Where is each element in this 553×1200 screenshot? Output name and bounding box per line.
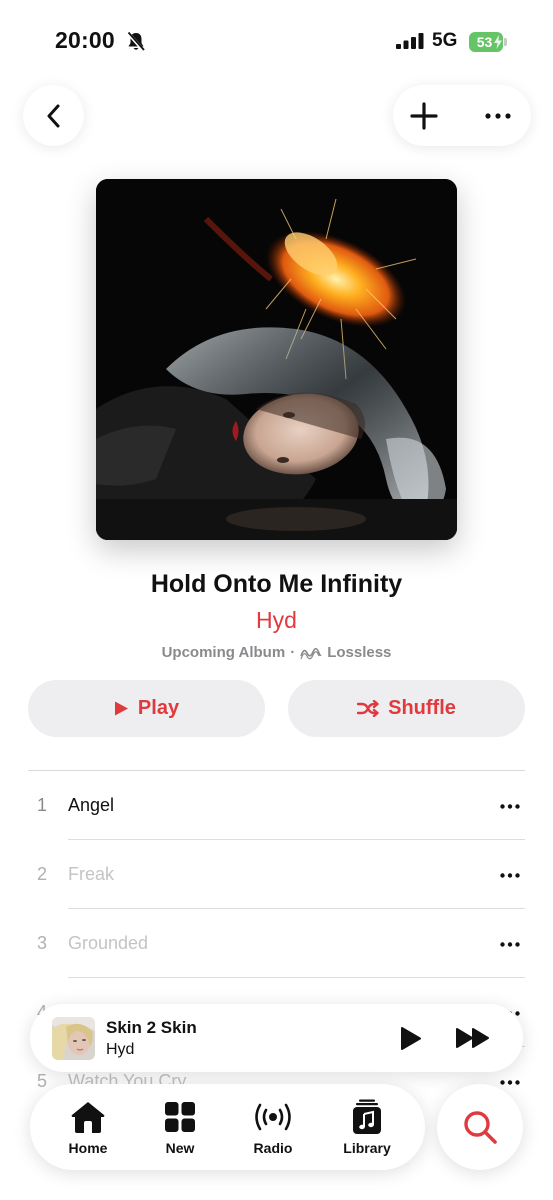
ellipsis-icon	[485, 113, 511, 119]
album-quality: Lossless	[327, 644, 392, 661]
meta-separator: ·	[290, 644, 296, 661]
tab-label: Library	[343, 1140, 391, 1156]
track-number: 1	[36, 795, 47, 815]
search-icon	[464, 1111, 497, 1144]
tab-radio[interactable]: Radio	[233, 1084, 313, 1170]
grid-icon	[164, 1099, 196, 1135]
album-status: Upcoming Album	[161, 644, 286, 661]
track-number: 2	[36, 864, 47, 884]
tab-label: Home	[68, 1140, 108, 1156]
track-title: Angel	[68, 795, 115, 815]
mini-player[interactable]: Skin 2 Skin Hyd	[30, 1004, 523, 1072]
search-button[interactable]	[437, 1084, 523, 1170]
skip-forward-button[interactable]	[452, 1023, 494, 1053]
battery-indicator: 53	[469, 32, 507, 52]
now-playing-artwork	[52, 1017, 95, 1060]
add-to-library-button[interactable]	[403, 95, 445, 137]
play-button[interactable]: Play	[28, 680, 265, 737]
back-button[interactable]	[23, 85, 84, 146]
network-label: 5G	[432, 30, 458, 51]
album-title: Hold Onto Me Infinity	[150, 570, 403, 598]
tab-new[interactable]: New	[140, 1084, 220, 1170]
shuffle-icon	[357, 700, 379, 717]
tab-bar: Home New Radio Library	[30, 1084, 425, 1170]
track-more-button[interactable]	[495, 860, 525, 890]
ellipsis-icon	[500, 941, 520, 947]
tab-label: New	[165, 1140, 195, 1156]
track-number: 3	[36, 933, 47, 953]
tab-library[interactable]: Library	[327, 1084, 407, 1170]
battery-charging-icon	[494, 35, 502, 49]
home-icon	[70, 1099, 106, 1135]
tab-home[interactable]: Home	[48, 1084, 128, 1170]
ellipsis-icon	[500, 1079, 520, 1085]
status-bar: 20:00 5G 53	[0, 0, 553, 80]
tab-label: Radio	[253, 1140, 293, 1156]
play-label: Play	[137, 697, 180, 719]
mini-play-button[interactable]	[396, 1023, 426, 1053]
ellipsis-icon	[500, 803, 520, 809]
track-title: Freak	[68, 864, 115, 884]
album-artwork	[96, 179, 457, 540]
now-playing-title: Skin 2 Skin	[106, 1018, 197, 1037]
play-icon	[401, 1026, 421, 1050]
track-more-button[interactable]	[495, 791, 525, 821]
music-library-icon	[352, 1099, 382, 1135]
lossless-waveform-icon	[300, 647, 322, 659]
ellipsis-icon	[500, 872, 520, 878]
status-time: 20:00	[55, 27, 115, 53]
plus-icon	[410, 102, 438, 130]
shuffle-button[interactable]: Shuffle	[288, 680, 525, 737]
track-more-button[interactable]	[495, 929, 525, 959]
more-options-button[interactable]	[477, 95, 519, 137]
shuffle-label: Shuffle	[388, 697, 456, 719]
chevron-left-icon	[47, 104, 59, 127]
battery-tip	[504, 38, 507, 46]
album-meta: Upcoming Album · Lossless	[0, 644, 553, 661]
radio-waves-icon	[251, 1099, 295, 1135]
bell-slash-icon	[126, 31, 146, 53]
track-title: Grounded	[68, 933, 149, 953]
track-row[interactable]: 2 Freak	[28, 840, 525, 909]
play-icon	[114, 701, 128, 716]
header-actions	[393, 85, 531, 146]
signal-icon	[396, 33, 424, 49]
album-artist-link[interactable]: Hyd	[0, 607, 553, 634]
track-row[interactable]: 3 Grounded	[28, 909, 525, 978]
now-playing-artist: Hyd	[106, 1041, 135, 1058]
fast-forward-icon	[456, 1028, 489, 1048]
track-row[interactable]: 1 Angel	[28, 771, 525, 840]
